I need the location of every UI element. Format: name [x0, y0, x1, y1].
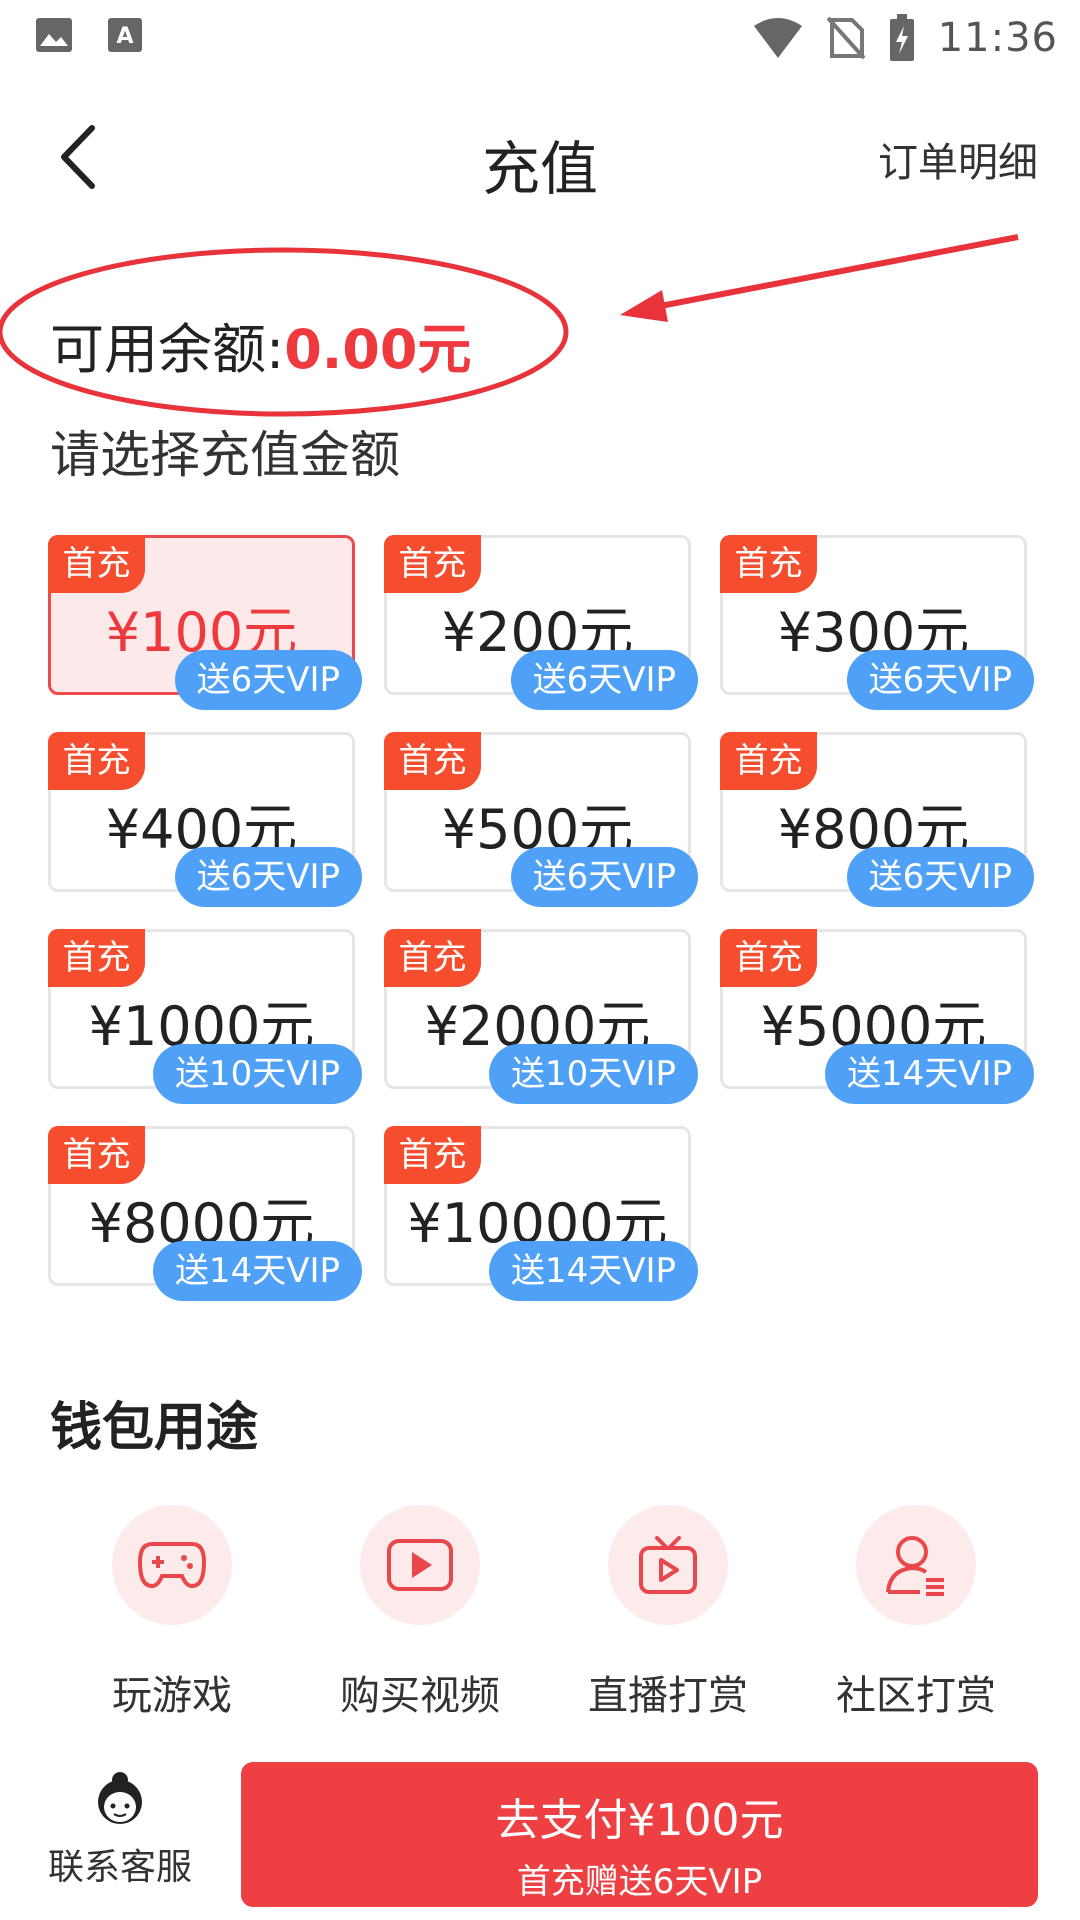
amount-option-card[interactable]: 首充 ¥500元 送6天VIP: [384, 732, 698, 907]
vip-bonus-badge: 送6天VIP: [846, 847, 1034, 907]
use-community-tip[interactable]: 社区打赏: [816, 1505, 1016, 1721]
image-icon: [36, 18, 72, 52]
use-play-games[interactable]: 玩游戏: [72, 1505, 272, 1721]
amount-option-card[interactable]: 首充 ¥200元 送6天VIP: [384, 535, 698, 710]
battery-charging-icon: [889, 14, 914, 61]
first-recharge-tag: 首充: [384, 1126, 481, 1184]
vip-bonus-badge: 送10天VIP: [488, 1044, 698, 1104]
first-recharge-tag: 首充: [384, 535, 481, 593]
first-recharge-tag: 首充: [384, 732, 481, 790]
wifi-icon: [753, 18, 802, 58]
pay-button-sub: 首充赠送6天VIP: [516, 1862, 763, 1902]
use-icon-circle: [856, 1505, 976, 1625]
use-live-tip[interactable]: 直播打赏: [568, 1505, 768, 1721]
first-recharge-tag: 首充: [720, 929, 817, 987]
first-recharge-tag: 首充: [48, 535, 145, 593]
use-label: 购买视频: [340, 1673, 500, 1719]
use-buy-video[interactable]: 购买视频: [320, 1505, 520, 1721]
vip-bonus-badge: 送6天VIP: [174, 847, 362, 907]
amount-option-card[interactable]: 首充 ¥10000元 送14天VIP: [384, 1126, 698, 1301]
select-amount-label: 请选择充值金额: [50, 426, 400, 484]
use-label: 玩游戏: [112, 1673, 232, 1719]
balance-label: 可用余额:: [50, 318, 285, 381]
svg-text:A: A: [116, 24, 133, 49]
wallet-uses-title: 钱包用途: [50, 1398, 259, 1458]
vip-bonus-badge: 送6天VIP: [174, 650, 362, 710]
use-label: 社区打赏: [836, 1673, 996, 1719]
first-recharge-tag: 首充: [48, 732, 145, 790]
tv-live-icon: [639, 1536, 697, 1594]
pay-button[interactable]: 去支付¥100元 首充赠送6天VIP: [241, 1762, 1038, 1907]
amount-option-card[interactable]: 首充 ¥8000元 送14天VIP: [48, 1126, 362, 1301]
status-time: 11:36: [937, 15, 1058, 61]
gamepad-icon: [138, 1542, 206, 1589]
bottom-bar: 联系客服 去支付¥100元 首充赠送6天VIP: [0, 1760, 1080, 1920]
vip-bonus-badge: 送14天VIP: [824, 1044, 1034, 1104]
status-bar: A 11:36: [0, 0, 1080, 75]
amount-option-card[interactable]: 首充 ¥100元 送6天VIP: [48, 535, 362, 710]
vip-bonus-badge: 送10天VIP: [152, 1044, 362, 1104]
vip-bonus-badge: 送6天VIP: [846, 650, 1034, 710]
first-recharge-tag: 首充: [48, 1126, 145, 1184]
balance-amount: 0.00元: [284, 318, 472, 381]
amount-option-card[interactable]: 首充 ¥400元 送6天VIP: [48, 732, 362, 907]
pay-button-main: 去支付¥100元: [495, 1795, 784, 1846]
use-label: 直播打赏: [588, 1673, 748, 1719]
vip-bonus-badge: 送14天VIP: [152, 1241, 362, 1301]
header: 充值 订单明细: [0, 100, 1080, 220]
user-community-icon: [886, 1536, 944, 1596]
customer-service-icon: [98, 1772, 142, 1824]
status-right: 11:36: [752, 10, 1058, 66]
contact-service-label: 联系客服: [47, 1847, 192, 1888]
first-recharge-tag: 首充: [384, 929, 481, 987]
amount-option-card[interactable]: 首充 ¥300元 送6天VIP: [720, 535, 1034, 710]
contact-service-button[interactable]: 联系客服: [30, 1770, 210, 1890]
vip-bonus-badge: 送6天VIP: [510, 847, 698, 907]
amount-option-card[interactable]: 首充 ¥1000元 送10天VIP: [48, 929, 362, 1104]
play-video-icon: [387, 1539, 453, 1591]
first-recharge-tag: 首充: [720, 535, 817, 593]
vip-bonus-badge: 送6天VIP: [510, 650, 698, 710]
first-recharge-tag: 首充: [48, 929, 145, 987]
no-sim-icon: [826, 16, 866, 60]
amount-option-card[interactable]: 首充 ¥800元 送6天VIP: [720, 732, 1034, 907]
amount-option-card[interactable]: 首充 ¥2000元 送10天VIP: [384, 929, 698, 1104]
use-icon-circle: [112, 1505, 232, 1625]
first-recharge-tag: 首充: [720, 732, 817, 790]
font-a-icon: A: [108, 18, 142, 52]
annotation-arrow-head: [620, 290, 668, 322]
balance-row: 可用余额:0.00元: [50, 305, 471, 384]
amount-option-card[interactable]: 首充 ¥5000元 送14天VIP: [720, 929, 1034, 1104]
use-icon-circle: [360, 1505, 480, 1625]
annotation-arrow-line: [649, 234, 1019, 311]
order-detail-link[interactable]: 订单明细: [878, 130, 1038, 188]
vip-bonus-badge: 送14天VIP: [488, 1241, 698, 1301]
use-icon-circle: [608, 1505, 728, 1625]
